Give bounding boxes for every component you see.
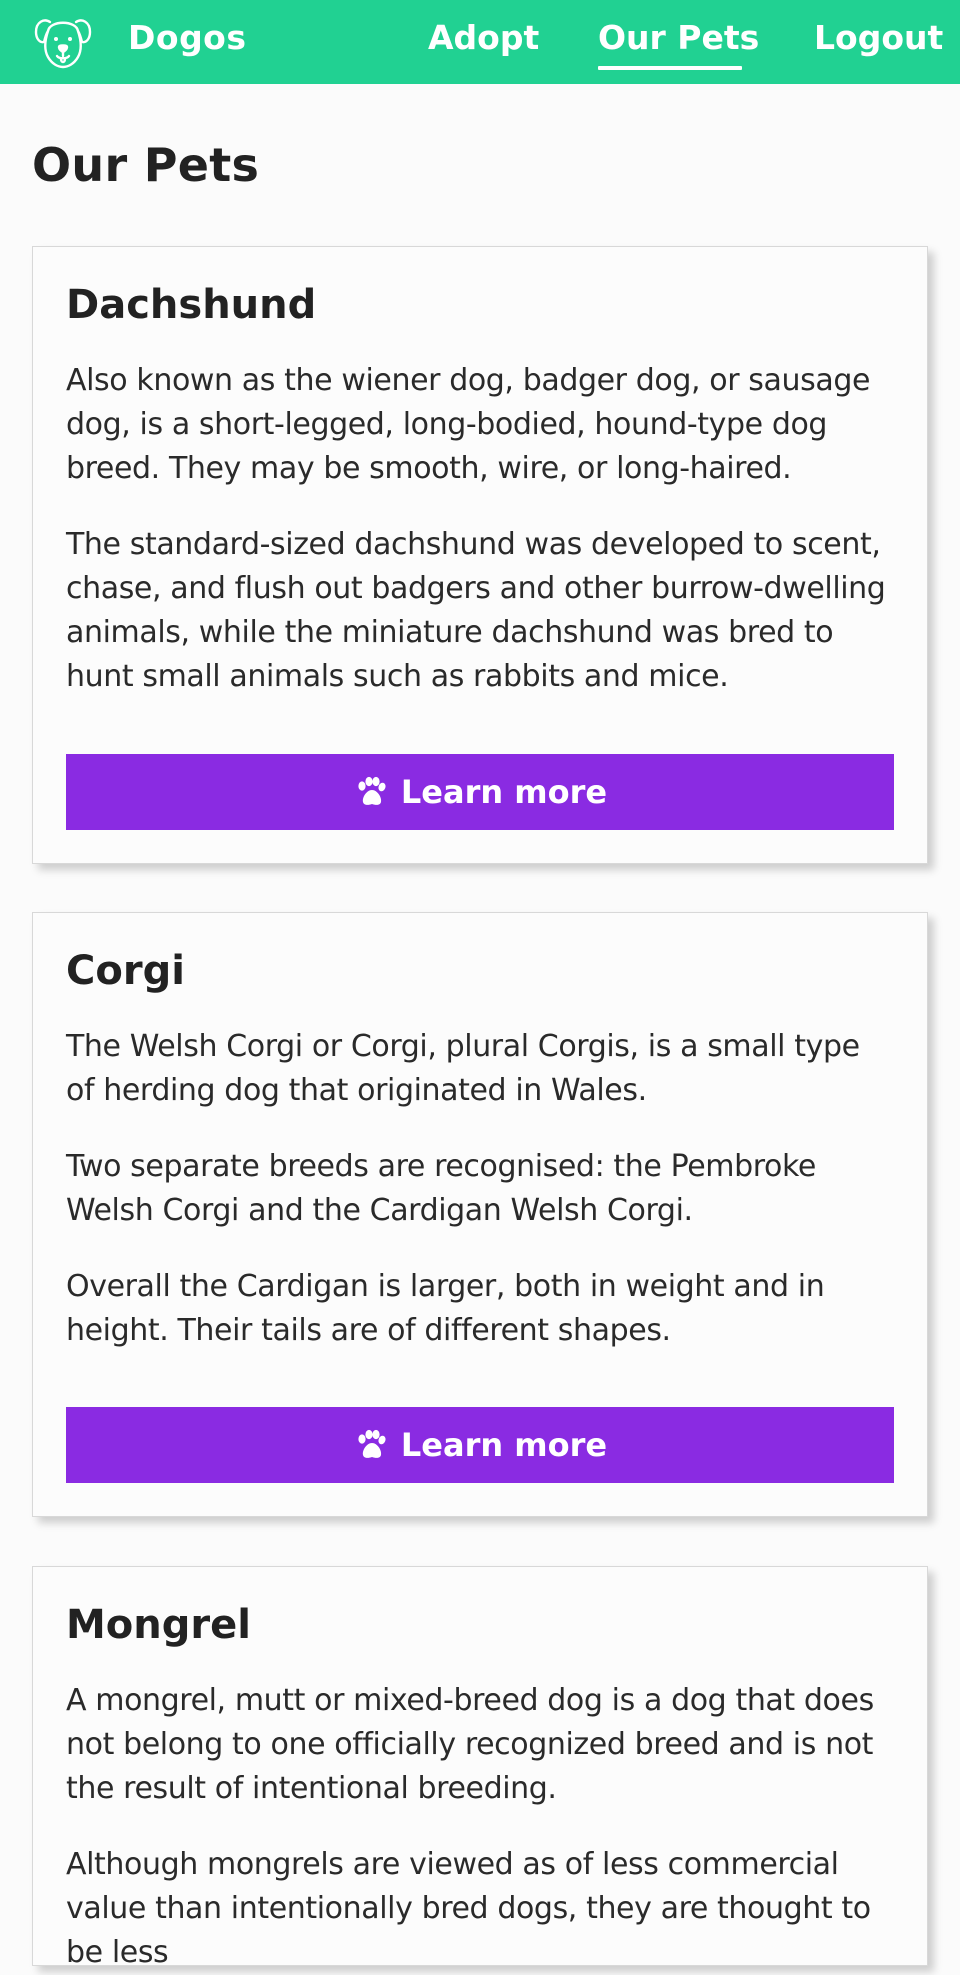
active-nav-indicator [598, 66, 742, 70]
nav-link-logout[interactable]: Logout [814, 18, 943, 57]
page-title: Our Pets [32, 138, 260, 192]
pet-card-corgi: Corgi The Welsh Corgi or Corgi, plural C… [32, 912, 928, 1517]
card-paragraph: The Welsh Corgi or Corgi, plural Corgis,… [66, 1029, 860, 1108]
card-title: Dachshund [66, 282, 317, 328]
learn-more-button[interactable]: Learn more [66, 754, 894, 830]
paw-icon [358, 776, 386, 805]
card-paragraph: Two separate breeds are recognised: the … [66, 1149, 816, 1228]
card-paragraph: A mongrel, mutt or mixed-breed dog is a … [66, 1683, 874, 1806]
learn-more-label: Learn more [400, 1426, 608, 1464]
card-title: Mongrel [66, 1602, 251, 1648]
card-paragraph: Also known as the wiener dog, badger dog… [66, 363, 871, 486]
pet-card-dachshund: Dachshund Also known as the wiener dog, … [32, 246, 928, 864]
dog-face-icon[interactable] [32, 12, 94, 70]
card-paragraph: The standard-sized dachshund was develop… [66, 527, 886, 694]
brand-link[interactable]: Dogos [128, 18, 247, 57]
pet-card-mongrel: Mongrel A mongrel, mutt or mixed-breed d… [32, 1566, 928, 1970]
card-paragraph: Overall the Cardigan is larger, both in … [66, 1269, 825, 1348]
card-title: Corgi [66, 948, 185, 994]
paw-icon [358, 1429, 386, 1458]
nav-link-adopt[interactable]: Adopt [428, 18, 539, 57]
learn-more-button[interactable]: Learn more [66, 1407, 894, 1483]
top-navbar: Dogos Adopt Our Pets Logout [0, 0, 960, 84]
card-paragraph: Although mongrels are viewed as of less … [66, 1847, 871, 1970]
learn-more-label: Learn more [400, 773, 608, 811]
nav-link-our-pets[interactable]: Our Pets [598, 18, 759, 57]
